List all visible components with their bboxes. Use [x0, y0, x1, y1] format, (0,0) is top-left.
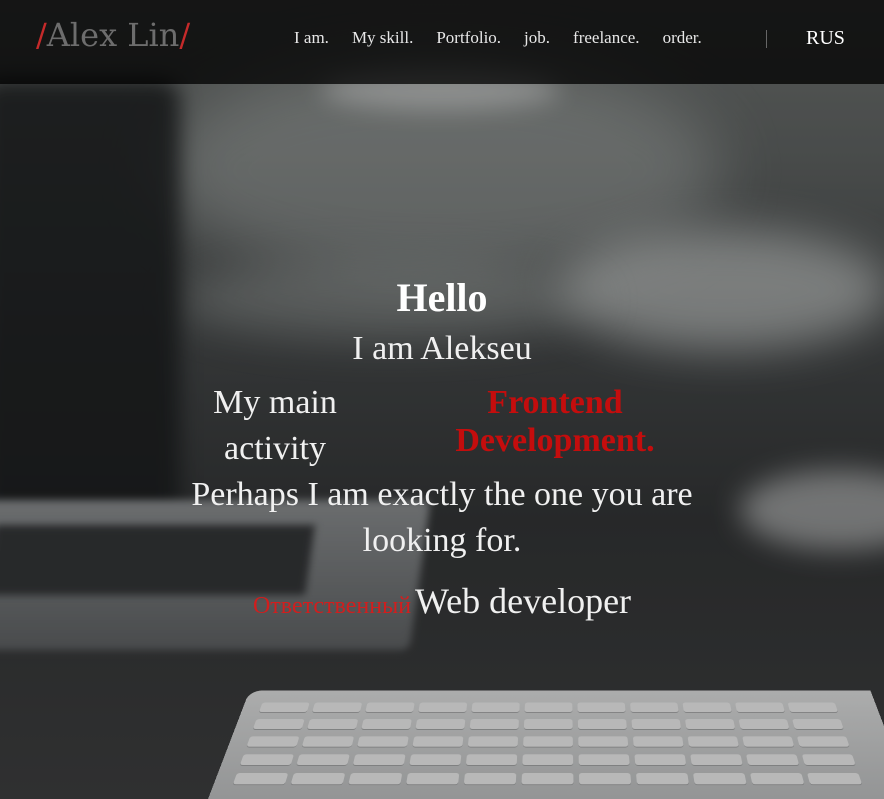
hero-role-adjective: Ответственный	[252, 593, 412, 619]
hero-activity-label: My main activity	[213, 384, 337, 467]
hero-role-line: Ответственный Web developer	[0, 580, 884, 622]
hero-role: Web developer	[415, 581, 632, 621]
hero-intro: I am Alekseu	[352, 330, 532, 367]
hero-pitch: Perhaps I am exactly the one you are loo…	[191, 476, 693, 559]
hero-activity-value: Frontend Development.	[455, 384, 655, 459]
hero-greeting: Hello	[396, 275, 488, 320]
hero-section: Hello I am Alekseu My main activity Fron…	[0, 0, 884, 799]
